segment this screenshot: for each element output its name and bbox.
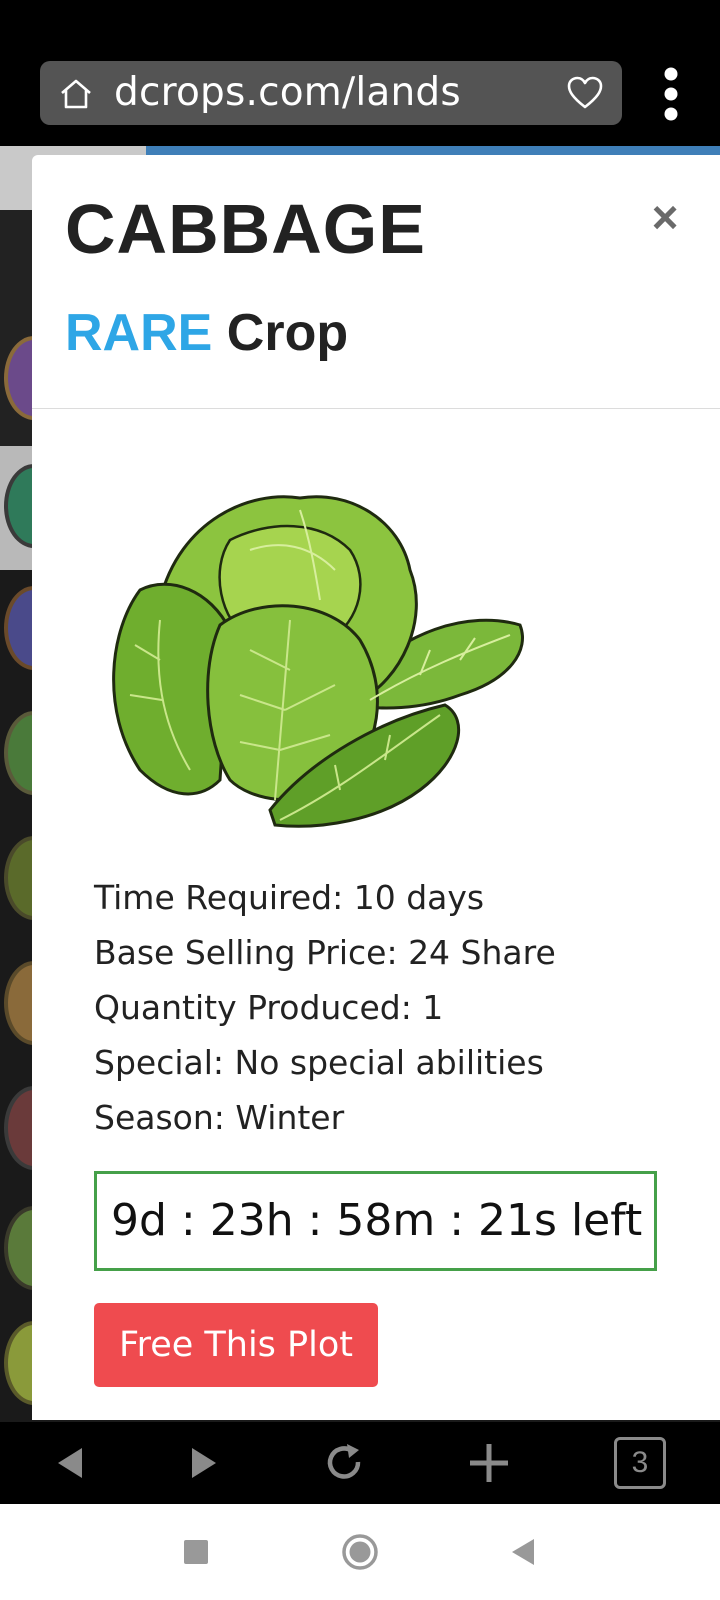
crop-type-label: Crop xyxy=(226,304,349,362)
browser-bottom-toolbar: 3 xyxy=(0,1422,720,1504)
heart-icon[interactable] xyxy=(566,75,604,111)
reload-icon[interactable] xyxy=(322,1440,368,1486)
detail-base-selling-price: Base Selling Price: 24 Share xyxy=(94,933,556,972)
back-icon[interactable] xyxy=(48,1440,94,1486)
close-icon[interactable]: × xyxy=(643,194,687,240)
crop-subtitle: RARE Crop xyxy=(65,303,348,363)
detail-time-required: Time Required: 10 days xyxy=(94,878,485,917)
home-circle-icon[interactable] xyxy=(340,1532,380,1572)
url-text[interactable]: dcrops.com/lands xyxy=(114,69,461,117)
growth-timer: 9d : 23h : 58m : 21s left xyxy=(94,1171,657,1271)
system-navigation-bar xyxy=(0,1504,720,1600)
home-icon[interactable] xyxy=(58,76,94,112)
cabbage-illustration xyxy=(112,495,524,828)
new-tab-icon[interactable] xyxy=(466,1440,512,1486)
tab-count-button[interactable]: 3 xyxy=(614,1437,666,1489)
detail-special: Special: No special abilities xyxy=(94,1043,544,1082)
screen: dcrops.com/lands CABBAGE × RARE Crop Tim… xyxy=(0,0,720,1600)
back-triangle-icon[interactable] xyxy=(504,1532,544,1572)
forward-icon[interactable] xyxy=(180,1440,226,1486)
crop-details: Time Required: 10 days Base Selling Pric… xyxy=(94,870,654,1145)
recents-square-icon[interactable] xyxy=(176,1532,216,1572)
address-bar[interactable]: dcrops.com/lands xyxy=(40,61,622,125)
crop-title: CABBAGE xyxy=(65,190,426,268)
modal-header: CABBAGE × RARE Crop xyxy=(32,155,720,409)
free-plot-button[interactable]: Free This Plot xyxy=(94,1303,378,1387)
browser-top-bar: dcrops.com/lands xyxy=(0,0,720,146)
rarity-label: RARE xyxy=(65,304,213,362)
detail-season: Season: Winter xyxy=(94,1098,345,1137)
timer-text: 9d : 23h : 58m : 21s left xyxy=(111,1195,643,1246)
crop-detail-modal: CABBAGE × RARE Crop Time Required: 10 da… xyxy=(32,155,720,1420)
detail-quantity-produced: Quantity Produced: 1 xyxy=(94,988,444,1027)
overflow-menu-icon[interactable] xyxy=(654,66,688,122)
